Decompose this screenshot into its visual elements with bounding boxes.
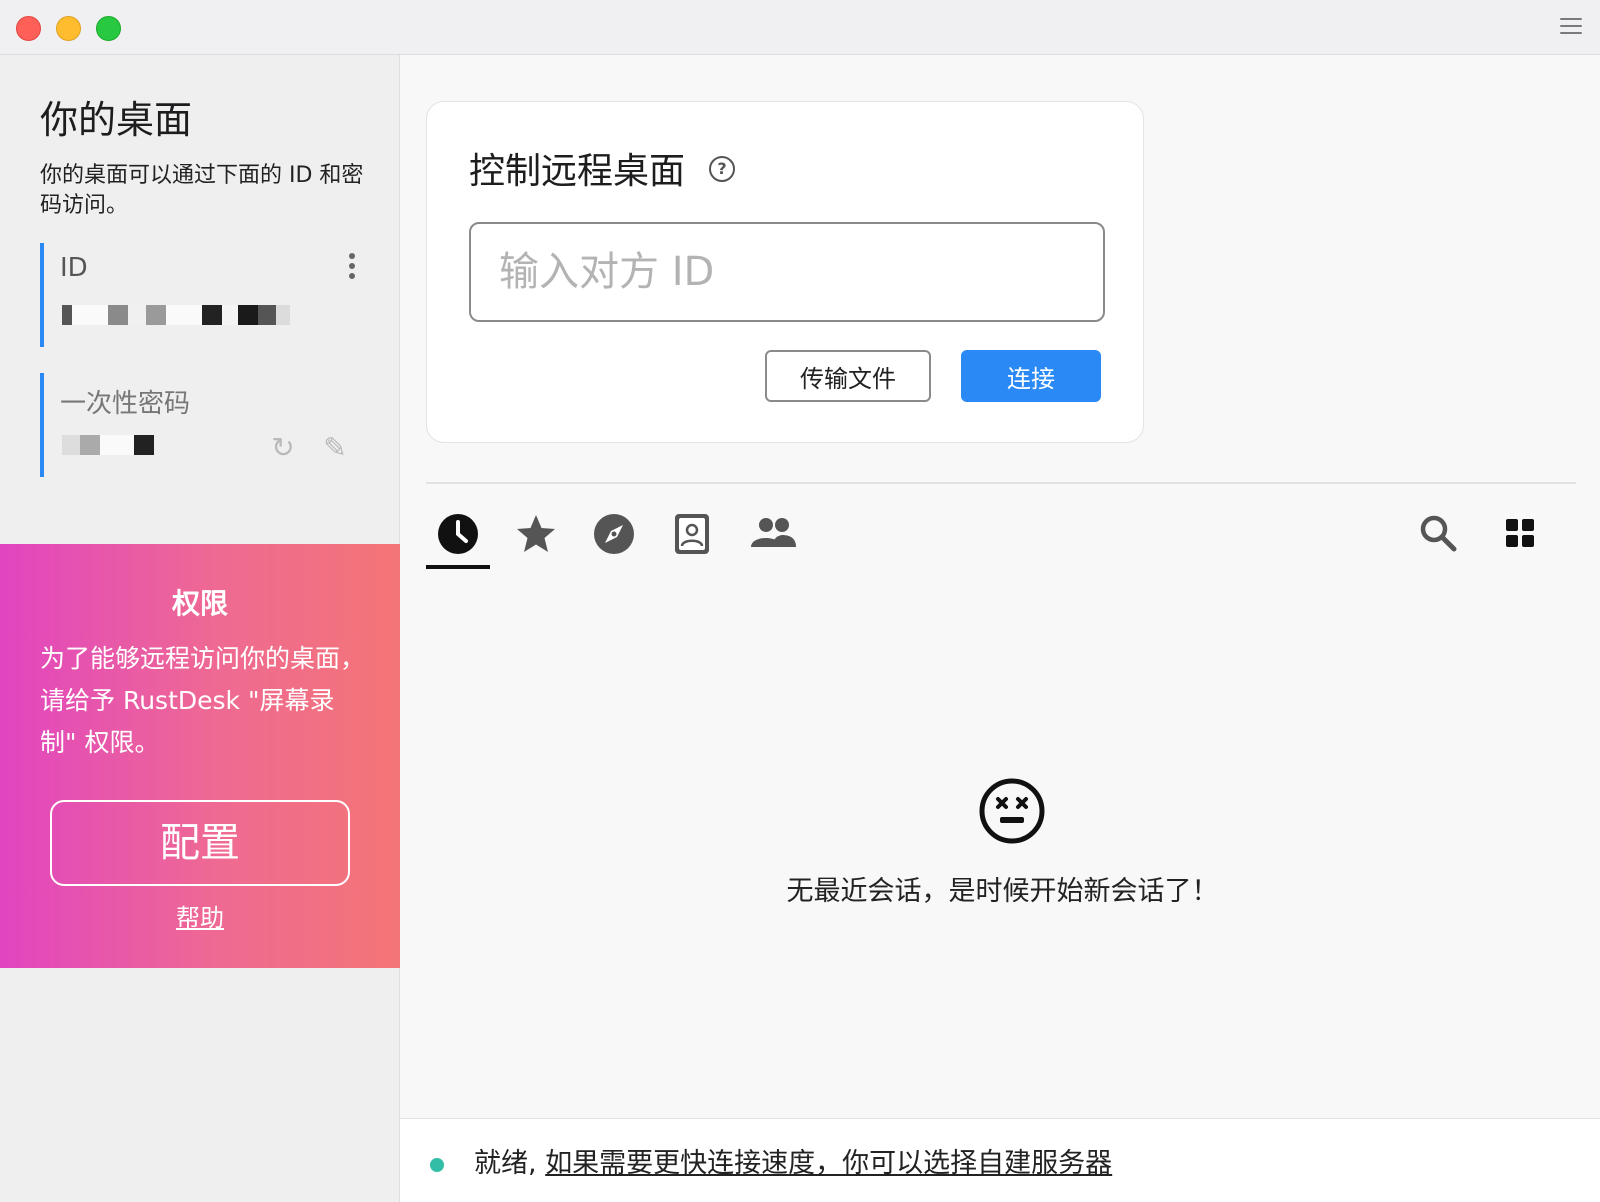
status-text: 就绪, 如果需要更快连接速度，你可以选择自建服务器 bbox=[474, 1141, 1112, 1180]
refresh-password-icon[interactable]: ↻ bbox=[268, 433, 298, 463]
favorites-star-icon bbox=[517, 515, 555, 552]
zoom-window-button[interactable] bbox=[96, 16, 121, 41]
address-book-icon bbox=[675, 514, 709, 554]
sad-face-icon bbox=[979, 778, 1045, 844]
menu-icon[interactable] bbox=[1560, 18, 1582, 36]
close-window-button[interactable] bbox=[16, 16, 41, 41]
password-field: 一次性密码 ↻ ✎ bbox=[40, 373, 360, 477]
status-indicator bbox=[430, 1158, 444, 1172]
grid-view-button[interactable] bbox=[1504, 513, 1544, 553]
more-options-icon[interactable] bbox=[348, 253, 356, 283]
search-icon bbox=[1420, 515, 1457, 552]
id-value-masked[interactable] bbox=[62, 305, 290, 329]
help-circle-icon[interactable]: ? bbox=[709, 156, 735, 182]
permission-card: 权限 为了能够远程访问你的桌面，请给予 RustDesk "屏幕录制" 权限。 … bbox=[0, 544, 400, 968]
tab-discovered[interactable] bbox=[582, 507, 642, 563]
section-divider bbox=[426, 482, 1576, 484]
help-link[interactable]: 帮助 bbox=[0, 898, 400, 933]
your-desktop-title: 你的桌面 bbox=[40, 98, 193, 142]
app-window: 你的桌面 你的桌面可以通过下面的 ID 和密码访问。 ID 一次性密码 ↻ ✎ 权… bbox=[0, 0, 1600, 1202]
title-bar bbox=[0, 0, 1600, 55]
main-panel: 控制远程桌面 ? 传输文件 连接 bbox=[400, 55, 1600, 1202]
your-desktop-description: 你的桌面可以通过下面的 ID 和密码访问。 bbox=[40, 163, 364, 218]
status-state: 就绪, bbox=[474, 1148, 537, 1179]
search-button[interactable] bbox=[1418, 513, 1458, 553]
control-remote-card: 控制远程桌面 ? 传输文件 连接 bbox=[426, 101, 1144, 443]
configure-button[interactable]: 配置 bbox=[50, 800, 350, 886]
connect-button[interactable]: 连接 bbox=[961, 350, 1101, 402]
tab-favorites[interactable] bbox=[504, 507, 564, 563]
tab-address-book[interactable] bbox=[660, 507, 720, 563]
self-host-server-link[interactable]: 如果需要更快连接速度，你可以选择自建服务器 bbox=[545, 1148, 1112, 1179]
your-desktop-panel: 你的桌面 你的桌面可以通过下面的 ID 和密码访问。 ID 一次性密码 ↻ ✎ 权… bbox=[0, 55, 400, 1202]
password-value-masked[interactable] bbox=[62, 435, 154, 459]
discovered-compass-icon bbox=[594, 514, 634, 554]
permission-message: 为了能够远程访问你的桌面，请给予 RustDesk "屏幕录制" 权限。 bbox=[40, 644, 366, 757]
grid-view-icon bbox=[1506, 519, 1534, 547]
status-bar: 就绪, 如果需要更快连接速度，你可以选择自建服务器 bbox=[400, 1118, 1600, 1202]
tab-group[interactable] bbox=[738, 507, 798, 563]
id-label: ID bbox=[60, 253, 88, 283]
control-remote-title: 控制远程桌面 bbox=[469, 151, 686, 192]
permission-title: 权限 bbox=[171, 587, 228, 620]
remote-id-input[interactable] bbox=[469, 222, 1105, 322]
id-field: ID bbox=[40, 243, 360, 347]
password-label: 一次性密码 bbox=[60, 389, 191, 419]
recent-clock-icon bbox=[438, 514, 478, 554]
edit-password-icon[interactable]: ✎ bbox=[320, 433, 350, 463]
tab-recent[interactable] bbox=[426, 507, 490, 569]
empty-sessions-message: 无最近会话，是时候开始新会话了！ bbox=[786, 876, 1219, 907]
minimize-window-button[interactable] bbox=[56, 16, 81, 41]
peer-toolbar bbox=[1410, 507, 1570, 563]
transfer-file-button[interactable]: 传输文件 bbox=[765, 350, 931, 402]
group-people-icon bbox=[751, 518, 796, 547]
